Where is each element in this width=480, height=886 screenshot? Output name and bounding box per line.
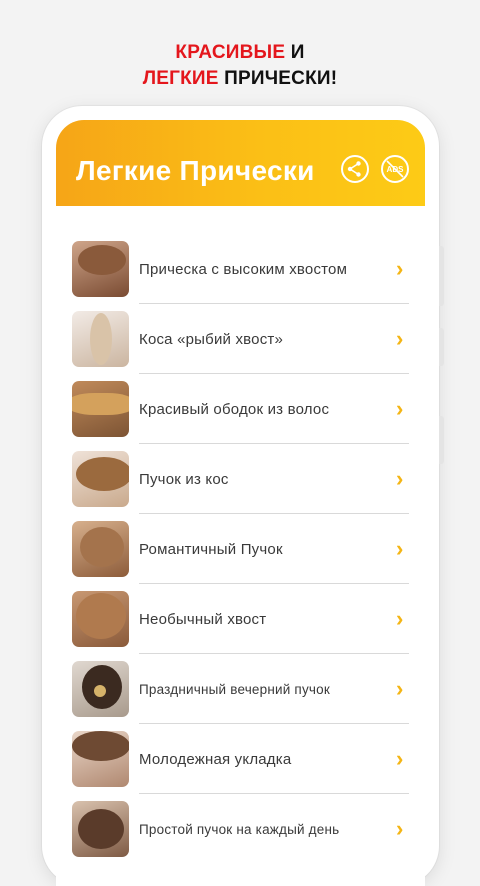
chevron-right-icon: › (396, 816, 404, 841)
app-title: Легкие Прически (76, 155, 315, 186)
chevron-right-icon: › (396, 326, 404, 351)
promo-line-2-accent: ЛЕГКИЕ (142, 68, 219, 89)
no-ads-icon[interactable]: ADS (381, 155, 409, 183)
list-item-label: Романтичный Пучок (139, 540, 283, 558)
hairstyle-list: Прическа с высоким хвостом › Коса «рыбий… (56, 234, 425, 864)
chevron-right-icon: › (396, 746, 404, 771)
list-item[interactable]: Пучок из кос › (56, 444, 425, 514)
chevron-right-icon: › (396, 396, 404, 421)
promo-line-1: КРАСИВЫЕ И (0, 40, 480, 66)
list-item-label: Красивый ободок из волос (139, 400, 330, 418)
app-header: Легкие Прически ADS (56, 120, 425, 206)
list-item[interactable]: Молодежная укладка › (56, 724, 425, 794)
list-item[interactable]: Необычный хвост › (56, 584, 425, 654)
list-item-label: Необычный хвост (139, 610, 267, 628)
chevron-right-icon: › (396, 536, 404, 561)
thumbnail-image (72, 591, 129, 647)
list-item-label: Праздничный вечерний пучок (139, 681, 330, 697)
promo-line-2: ЛЕГКИЕ ПРИЧЕСКИ! (0, 66, 480, 92)
thumbnail-image (72, 381, 129, 437)
chevron-right-icon: › (396, 676, 404, 701)
phone-volume-down-button (439, 416, 444, 464)
list-item-label: Коса «рыбий хвост» (139, 330, 284, 348)
promo-line-1-accent: КРАСИВЫЕ (175, 42, 286, 63)
phone-side-button (439, 246, 444, 306)
phone-frame: Легкие Прически ADS (42, 106, 444, 886)
list-item-label: Простой пучок на каждый день (139, 821, 340, 837)
thumbnail-image (72, 521, 129, 577)
promo-banner: КРАСИВЫЕ И ЛЕГКИЕ ПРИЧЕСКИ! (0, 40, 480, 92)
promo-line-2-text: ПРИЧЕСКИ! (218, 68, 338, 89)
thumbnail-image (72, 241, 129, 297)
list-item[interactable]: Романтичный Пучок › (56, 514, 425, 584)
list-item[interactable]: Прическа с высоким хвостом › (56, 234, 425, 304)
chevron-right-icon: › (396, 256, 404, 281)
chevron-right-icon: › (396, 466, 404, 491)
list-item[interactable]: Коса «рыбий хвост» › (56, 304, 425, 374)
chevron-right-icon: › (396, 606, 404, 631)
thumbnail-image (72, 311, 129, 367)
thumbnail-image (72, 731, 129, 787)
phone-volume-up-button (439, 328, 444, 366)
app-screen: Легкие Прически ADS (56, 120, 425, 886)
thumbnail-image (72, 451, 129, 507)
promo-line-1-text: И (285, 42, 305, 63)
list-item[interactable]: Праздничный вечерний пучок › (56, 654, 425, 724)
thumbnail-image (72, 801, 129, 857)
list-item-label: Пучок из кос (139, 470, 229, 488)
list-item-label: Молодежная укладка (139, 750, 292, 768)
list-item[interactable]: Красивый ободок из волос › (56, 374, 425, 444)
list-item[interactable]: Простой пучок на каждый день › (56, 794, 425, 864)
list-item-label: Прическа с высоким хвостом (139, 260, 348, 278)
share-icon[interactable] (341, 155, 369, 183)
thumbnail-image (72, 661, 129, 717)
